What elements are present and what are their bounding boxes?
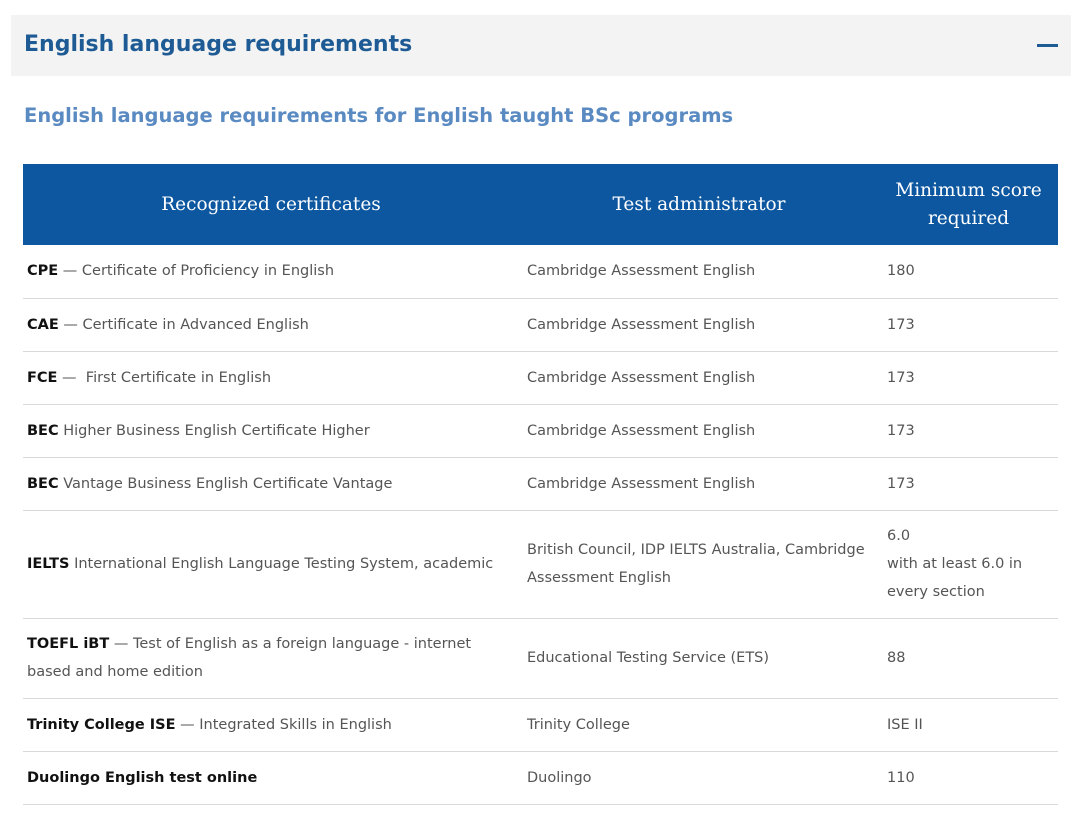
table-row: CAE — Certificate in Advanced English Ca… [23, 298, 1058, 352]
administrator-cell: British Council, IDP IELTS Australia, Ca… [519, 510, 879, 619]
score-cell: ISE II [879, 698, 1058, 752]
column-header-administrator: Test administrator [519, 164, 879, 245]
certificate-abbr: TOEFL iBT [27, 636, 110, 652]
certificate-desc: International English Language Testing S… [69, 556, 494, 572]
score-cell: 173 [879, 298, 1058, 352]
certificate-cell: CPE — Certificate of Proficiency in Engl… [23, 245, 519, 299]
score-cell: 6.0 with at least 6.0 in every section [879, 510, 1058, 619]
certificate-abbr: Trinity College ISE [27, 716, 176, 733]
table-row: Duolingo English test online Duolingo 11… [23, 751, 1058, 805]
certificate-abbr: IELTS [27, 556, 70, 572]
administrator-cell: Trinity College [519, 698, 879, 752]
certificate-cell: FCE — First Certificate in English [23, 351, 519, 405]
table-row: CPE — Certificate of Proficiency in Engl… [23, 245, 1058, 299]
score-cell: 110 [879, 751, 1058, 805]
score-note: with at least 6.0 in every section [887, 556, 1023, 600]
table-row: IELTS International English Language Tes… [23, 510, 1058, 619]
table-header: Recognized certificates Test administrat… [23, 164, 1058, 245]
certificate-desc: — First Certificate in English [57, 369, 272, 386]
certificate-abbr: BEC [27, 475, 59, 492]
administrator-cell: Cambridge Assessment English [519, 457, 879, 511]
requirements-table: Recognized certificates Test administrat… [23, 164, 1058, 805]
certificate-cell: BEC Vantage Business English Certificate… [23, 457, 519, 511]
certificate-abbr: BEC [27, 422, 59, 439]
certificate-cell: Duolingo English test online [23, 751, 519, 805]
section-title: English language requirements [24, 32, 413, 57]
minus-icon[interactable] [1037, 34, 1059, 56]
score-cell: 88 [879, 618, 1058, 699]
certificate-cell: Trinity College ISE — Integrated Skills … [23, 698, 519, 752]
certificate-cell: BEC Higher Business English Certificate … [23, 404, 519, 458]
table-row: TOEFL iBT — Test of English as a foreign… [23, 618, 1058, 699]
certificate-cell: IELTS International English Language Tes… [23, 510, 519, 619]
certificate-desc: — Integrated Skills in English [175, 716, 392, 733]
administrator-cell: Cambridge Assessment English [519, 245, 879, 299]
certificate-abbr: FCE [27, 369, 58, 386]
certificate-abbr: CPE [27, 263, 59, 280]
certificate-desc: Vantage Business English Certificate Van… [58, 475, 393, 492]
score-cell: 173 [879, 404, 1058, 458]
column-header-certificates: Recognized certificates [23, 164, 519, 245]
column-header-minimum-score: Minimum score required [879, 164, 1058, 245]
administrator-cell: Cambridge Assessment English [519, 351, 879, 405]
certificate-desc: Higher Business English Certificate High… [58, 422, 370, 439]
score-cell: 173 [879, 351, 1058, 405]
administrator-cell: Cambridge Assessment English [519, 298, 879, 352]
certificate-abbr: Duolingo English test online [27, 769, 258, 786]
administrator-cell: Cambridge Assessment English [519, 404, 879, 458]
table-row: FCE — First Certificate in English Cambr… [23, 351, 1058, 405]
administrator-cell: Educational Testing Service (ETS) [519, 618, 879, 699]
score-cell: 180 [879, 245, 1058, 299]
score-value: 6.0 [887, 528, 911, 544]
certificate-desc: — Certificate of Proficiency in English [58, 263, 335, 280]
certificate-cell: CAE — Certificate in Advanced English [23, 298, 519, 352]
certificate-desc: — Certificate in Advanced English [58, 316, 309, 333]
certificate-cell: TOEFL iBT — Test of English as a foreign… [23, 618, 519, 699]
table-row: BEC Higher Business English Certificate … [23, 404, 1058, 458]
score-cell: 173 [879, 457, 1058, 511]
subtitle: English language requirements for Englis… [24, 104, 734, 127]
accordion-header[interactable]: English language requirements [11, 15, 1071, 76]
table-row: BEC Vantage Business English Certificate… [23, 457, 1058, 511]
certificate-abbr: CAE [27, 316, 59, 333]
administrator-cell: Duolingo [519, 751, 879, 805]
table-row: Trinity College ISE — Integrated Skills … [23, 698, 1058, 752]
